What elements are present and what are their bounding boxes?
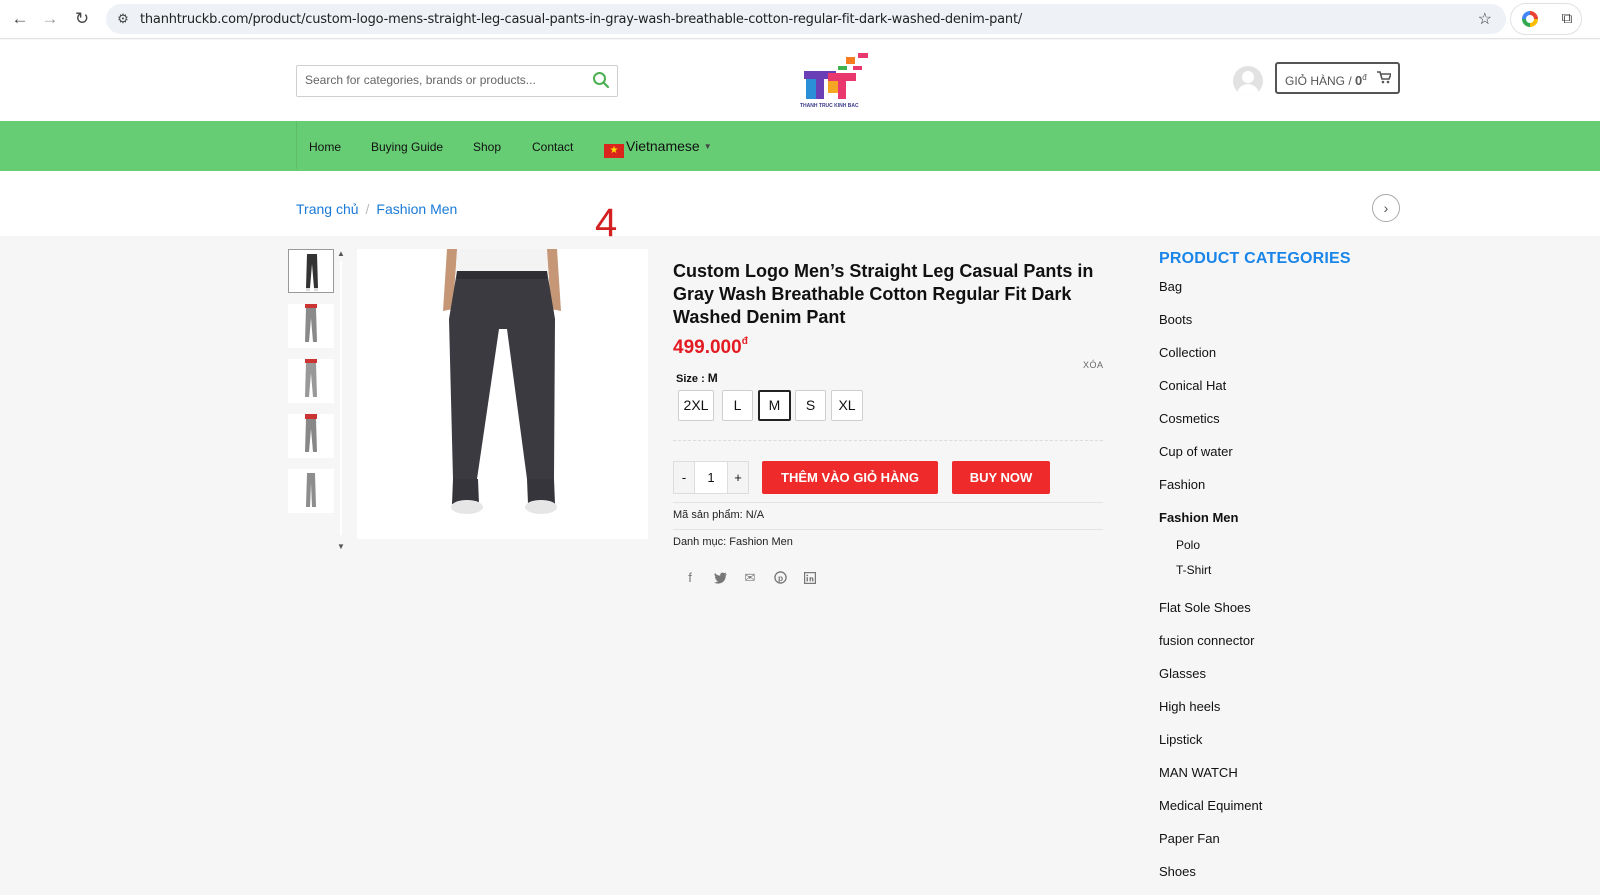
twitter-icon[interactable] [710,568,730,588]
category-boots[interactable]: Boots [1159,312,1192,327]
linkedin-icon[interactable] [800,568,820,588]
product-main-image[interactable] [357,249,648,539]
category-bag[interactable]: Bag [1159,279,1182,294]
address-bar[interactable]: ⚙ thanhtruckb.com/product/custom-logo-me… [106,4,1506,34]
category-cup-of-water[interactable]: Cup of water [1159,444,1233,459]
category-cosmetics[interactable]: Cosmetics [1159,411,1220,426]
category-fashion-men[interactable]: Fashion Men [1159,510,1238,525]
next-product-button[interactable]: › [1372,194,1400,222]
category-link[interactable]: Fashion Men [729,536,793,548]
add-to-cart-button[interactable]: THÊM VÀO GIỎ HÀNG [762,461,938,494]
subcategory-polo[interactable]: Polo [1176,538,1200,552]
email-icon[interactable]: ✉ [740,568,760,588]
nav-buying-guide[interactable]: Buying Guide [371,140,443,154]
search-box [296,65,618,97]
category-high-heels[interactable]: High heels [1159,699,1220,714]
pinterest-icon[interactable]: p [770,568,790,588]
svg-text:p: p [777,573,782,583]
divider [673,529,1103,530]
sku-line: Mã sản phẩm: N/A [673,509,765,521]
chevron-right-icon: › [1383,200,1389,216]
thumbnail-gallery: ▲ ▼ [288,249,350,551]
reload-icon[interactable]: ↻ [70,7,94,31]
category-fusion-connector[interactable]: fusion connector [1159,633,1254,648]
nav-contact[interactable]: Contact [532,140,573,154]
thumbnail-scroll-down-icon[interactable]: ▼ [337,542,345,551]
size-option-s[interactable]: S [795,390,826,421]
thumbnail-scroll-up-icon[interactable]: ▲ [337,249,345,258]
forward-icon[interactable]: → [38,7,62,31]
extensions-puzzle-icon[interactable]: ⧉ [1555,7,1579,31]
category-flat-sole-shoes[interactable]: Flat Sole Shoes [1159,600,1251,615]
site-logo[interactable]: THANH TRUC KINH BAC [798,53,890,111]
category-fashion[interactable]: Fashion [1159,477,1205,492]
cart-button[interactable]: GIỎ HÀNG / 0đ [1275,62,1400,94]
sku-value: N/A [745,509,765,521]
url-text[interactable]: thanhtruckb.com/product/custom-logo-mens… [140,12,1022,27]
breadcrumb-bar: Trang chủ / Fashion Men › [0,171,1600,236]
breadcrumb: Trang chủ / Fashion Men [296,201,457,217]
bookmark-star-icon[interactable]: ☆ [1478,9,1492,29]
site-header: THANH TRUC KINH BAC GIỎ HÀNG / 0đ [0,40,1600,121]
thumbnail-4[interactable] [288,414,334,458]
category-shoes[interactable]: Shoes [1159,864,1196,879]
size-option-l[interactable]: L [722,390,753,421]
nav-shop[interactable]: Shop [473,140,501,154]
facebook-icon[interactable]: f [680,568,700,588]
main-navigation: Home Buying Guide Shop Contact ★ Vietname… [0,121,1600,177]
breadcrumb-home[interactable]: Trang chủ [296,201,359,217]
browser-toolbar: ← → ↻ ⚙ thanhtruckb.com/product/custom-l… [0,0,1600,39]
thumbnail-1[interactable] [288,249,334,293]
product-price: 499.000đ [673,336,748,358]
product-title: Custom Logo Men’s Straight Leg Casual Pa… [673,261,1094,327]
category-line: Danh mục: Fashion Men [673,536,793,548]
quantity-plus-button[interactable]: + [728,462,748,493]
size-option-xl[interactable]: XL [831,390,863,421]
vietnam-flag-icon: ★ [604,144,624,158]
size-option-m[interactable]: M [758,390,791,421]
category-conical-hat[interactable]: Conical Hat [1159,378,1226,393]
account-avatar-icon[interactable] [1233,66,1263,96]
breadcrumb-separator: / [365,201,370,217]
language-switcher[interactable]: ★ Vietnamese ▼ [604,138,712,158]
category-lipstick[interactable]: Lipstick [1159,732,1202,747]
dropdown-caret-icon: ▼ [703,142,712,151]
price-currency: đ [741,336,748,347]
thumbnail-3[interactable] [288,359,334,403]
quantity-input[interactable]: 1 [694,462,728,493]
cart-currency: đ [1362,73,1367,82]
category-collection[interactable]: Collection [1159,345,1216,360]
logo-text: THANH TRUC KINH BAC [800,103,859,109]
category-paper-fan[interactable]: Paper Fan [1159,831,1220,846]
language-label: Vietnamese [626,138,700,154]
buy-now-button[interactable]: BUY NOW [952,461,1050,494]
back-icon[interactable]: ← [8,7,32,31]
breadcrumb-category[interactable]: Fashion Men [376,201,457,217]
search-input[interactable] [305,73,575,87]
thumbnail-5[interactable] [288,469,334,513]
cart-label: GIỎ HÀNG / [1285,74,1352,88]
size-selected-value: M [707,371,718,385]
subcategory-t-shirt[interactable]: T-Shirt [1176,563,1211,577]
size-label: Size : M [676,371,718,385]
category-glasses[interactable]: Glasses [1159,666,1206,681]
search-icon[interactable] [591,70,611,90]
quantity-minus-button[interactable]: - [674,462,694,493]
divider [673,440,1103,441]
nav-home[interactable]: Home [309,140,341,154]
thumbnail-2[interactable] [288,304,334,348]
quantity-stepper: - 1 + [673,461,749,494]
product-categories-title: PRODUCT CATEGORIES [1159,250,1351,267]
category-medical-equiment[interactable]: Medical Equiment [1159,798,1262,813]
annotation-number: 4 [595,201,618,245]
category-man-watch[interactable]: MAN WATCH [1159,765,1238,780]
color-extension-icon[interactable] [1518,7,1542,31]
shopping-cart-icon [1377,71,1391,84]
divider [673,502,1103,503]
clear-selection-link[interactable]: XÓA [1083,360,1104,370]
site-settings-icon[interactable]: ⚙ [114,10,132,28]
size-option-2xl[interactable]: 2XL [678,390,714,421]
